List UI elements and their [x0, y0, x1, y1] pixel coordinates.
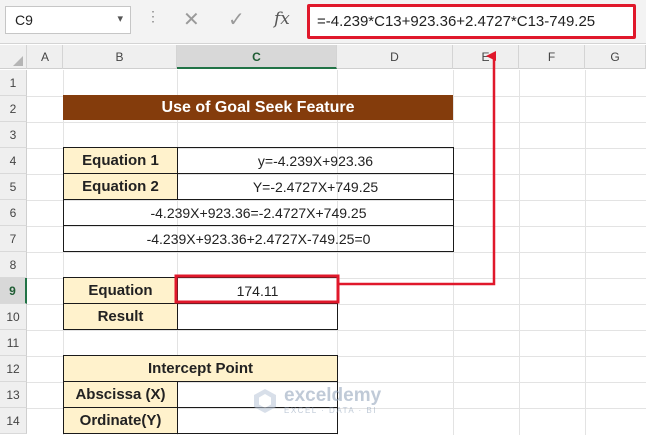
column-header-c[interactable]: C: [177, 45, 337, 69]
watermark-name: exceldemy: [284, 385, 382, 406]
equation2-value-cell[interactable]: Y=-2.4727X+749.25: [177, 173, 454, 200]
watermark: exceldemy EXCEL · DATA · BI: [252, 386, 381, 415]
column-header-e[interactable]: E: [453, 45, 519, 69]
result-value-cell[interactable]: [177, 303, 338, 330]
row-header-10[interactable]: 10: [0, 304, 27, 330]
row-header-1[interactable]: 1: [0, 70, 27, 96]
row-header-3[interactable]: 3: [0, 122, 27, 148]
ordinate-label-cell[interactable]: Ordinate(Y): [63, 407, 178, 434]
enter-icon[interactable]: ✓: [228, 7, 245, 32]
row-header-9[interactable]: 9: [0, 278, 27, 304]
combined-equation-cell[interactable]: -4.239X+923.36=-2.4727X+749.25: [63, 199, 454, 226]
row-header-12[interactable]: 12: [0, 356, 27, 382]
gridline: [27, 330, 646, 331]
column-header-bar: A B C D E F G: [0, 45, 646, 69]
abscissa-label-cell[interactable]: Abscissa (X): [63, 381, 178, 408]
column-header-d[interactable]: D: [337, 45, 453, 69]
equation2-label-cell[interactable]: Equation 2: [63, 173, 178, 200]
equation-label-cell[interactable]: Equation: [63, 277, 178, 304]
result-label-cell[interactable]: Result: [63, 303, 178, 330]
sheet-title[interactable]: Use of Goal Seek Feature: [63, 95, 453, 120]
formula-bar: C9 ▾ ⋮ ✕ ✓ fx =-4.239*C13+923.36+2.4727*…: [0, 0, 646, 44]
row-header-6[interactable]: 6: [0, 200, 27, 226]
row-header-5[interactable]: 5: [0, 174, 27, 200]
select-all-button[interactable]: [0, 45, 27, 69]
chevron-down-icon[interactable]: ▾: [117, 12, 123, 25]
exceldemy-logo-icon: [254, 388, 276, 413]
more-options-icon[interactable]: ⋮: [146, 8, 160, 25]
column-header-g[interactable]: G: [585, 45, 646, 69]
zero-equation-cell[interactable]: -4.239X+923.36+2.4727X-749.25=0: [63, 225, 454, 252]
row-header-4[interactable]: 4: [0, 148, 27, 174]
row-header-2[interactable]: 2: [0, 96, 27, 122]
column-header-f[interactable]: F: [519, 45, 585, 69]
row-header-7[interactable]: 7: [0, 226, 27, 252]
intercept-header-cell[interactable]: Intercept Point: [63, 355, 338, 382]
select-all-icon: [13, 56, 23, 66]
formula-input[interactable]: =-4.239*C13+923.36+2.4727*C13-749.25: [307, 4, 636, 39]
name-box-value: C9: [15, 12, 33, 28]
watermark-tagline: EXCEL · DATA · BI: [284, 406, 377, 415]
cancel-icon[interactable]: ✕: [183, 7, 200, 32]
column-header-b[interactable]: B: [63, 45, 177, 69]
column-header-a[interactable]: A: [28, 45, 63, 69]
row-header-14[interactable]: 14: [0, 408, 27, 434]
row-header-13[interactable]: 13: [0, 382, 27, 408]
gridline: [27, 252, 646, 253]
equation1-label-cell[interactable]: Equation 1: [63, 147, 178, 174]
name-box[interactable]: C9 ▾: [5, 6, 131, 34]
row-header-11[interactable]: 11: [0, 330, 27, 356]
equation1-value-cell[interactable]: y=-4.239X+923.36: [177, 147, 454, 174]
gridline: [27, 122, 646, 123]
row-header-8[interactable]: 8: [0, 252, 27, 278]
insert-function-icon[interactable]: fx: [274, 9, 290, 29]
equation-value-cell[interactable]: 174.11: [177, 277, 338, 304]
